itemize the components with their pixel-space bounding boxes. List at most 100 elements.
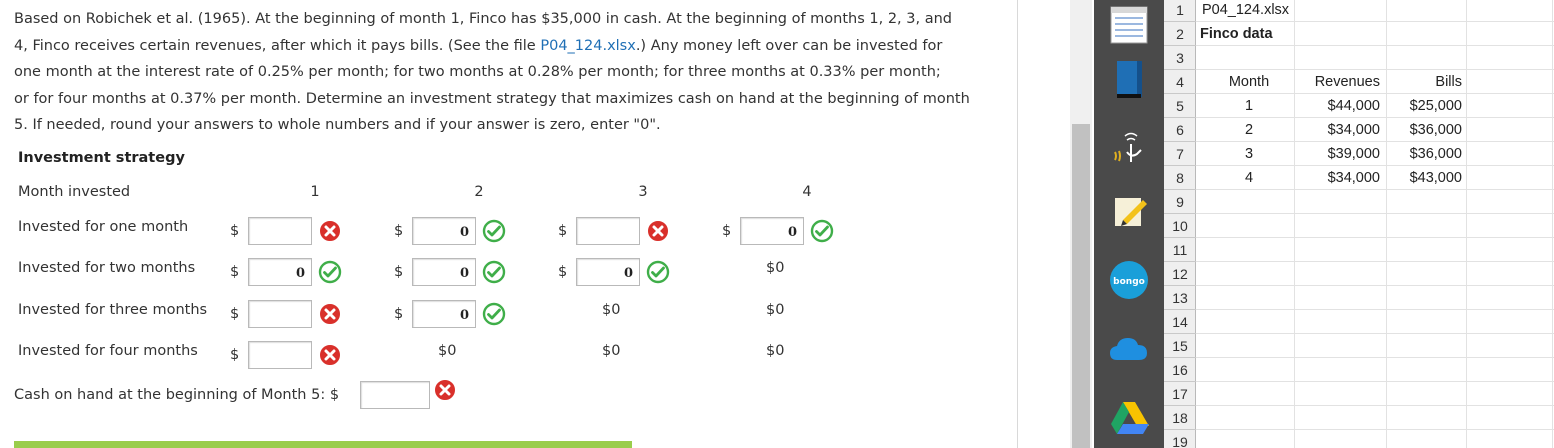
cell-header-bills[interactable]: Bills: [1386, 70, 1462, 94]
row-number[interactable]: 3: [1164, 46, 1196, 70]
cell-month[interactable]: 2: [1204, 118, 1294, 142]
investment-input[interactable]: [248, 217, 312, 245]
investment-cell: $0: [230, 258, 350, 286]
google-drive-icon[interactable]: [1107, 396, 1151, 440]
gridline: [1196, 261, 1554, 262]
question-text: Based on Robichek et al. (1965). At the …: [14, 6, 1014, 139]
cash-on-hand-input[interactable]: [360, 381, 430, 409]
book-icon[interactable]: [1107, 58, 1151, 102]
gridline: [1196, 381, 1554, 382]
row-number[interactable]: 9: [1164, 190, 1196, 214]
investment-input[interactable]: [576, 217, 640, 245]
wrong-icon: [319, 220, 341, 242]
wrong-icon: [434, 379, 456, 401]
cell-revenues[interactable]: $44,000: [1298, 94, 1380, 118]
notepad-icon[interactable]: [1107, 4, 1151, 48]
row-number[interactable]: 7: [1164, 142, 1196, 166]
gridline: [1466, 0, 1467, 448]
currency-symbol: $: [394, 306, 404, 322]
cell-bills[interactable]: $36,000: [1386, 118, 1462, 142]
question-line: one month at the interest rate of 0.25% …: [14, 64, 941, 80]
investment-input[interactable]: [248, 341, 312, 369]
investment-cell: $0: [394, 217, 514, 245]
row-number[interactable]: 11: [1164, 238, 1196, 262]
tap-hand-icon[interactable]: [1107, 130, 1151, 174]
investment-input[interactable]: 0: [412, 300, 476, 328]
month-column-header: 1: [310, 184, 320, 200]
question-text-segment: 4, Finco receives certain revenues, afte…: [14, 37, 541, 54]
cell-month[interactable]: 4: [1204, 166, 1294, 190]
currency-symbol: $: [230, 223, 240, 239]
gridline: [1294, 0, 1295, 448]
row-number[interactable]: 12: [1164, 262, 1196, 286]
cell-header-month[interactable]: Month: [1204, 70, 1294, 94]
cell-bills[interactable]: $25,000: [1386, 94, 1462, 118]
gridline: [1196, 237, 1554, 238]
gridline: [1196, 309, 1554, 310]
row-number[interactable]: 18: [1164, 406, 1196, 430]
cell-month[interactable]: 3: [1204, 142, 1294, 166]
strategy-heading: Investment strategy: [18, 150, 185, 166]
investment-cell: $0: [394, 258, 514, 286]
cell-sheet-title[interactable]: Finco data: [1200, 22, 1320, 46]
month-column-header: 2: [474, 184, 484, 200]
month-column-header: 3: [638, 184, 648, 200]
row-number[interactable]: 16: [1164, 358, 1196, 382]
question-line: or for four months at 0.37% per month. D…: [14, 90, 970, 107]
cell-month[interactable]: 1: [1204, 94, 1294, 118]
cell-filename[interactable]: P04_124.xlsx: [1202, 0, 1322, 22]
investment-cell: $: [230, 341, 350, 369]
row-number[interactable]: 14: [1164, 310, 1196, 334]
wrong-icon: [319, 344, 341, 366]
sticky-note-pen-icon[interactable]: [1107, 190, 1151, 234]
currency-symbol: $: [722, 223, 732, 239]
currency-symbol: $: [230, 264, 240, 280]
row-number[interactable]: 19: [1164, 430, 1196, 448]
row-number[interactable]: 17: [1164, 382, 1196, 406]
spreadsheet[interactable]: 1 2 3 4 5 6 7 8 9 10 11 12 13 14 15 16 17 18 19 P04_124.xl…: [1164, 0, 1554, 448]
correct-icon: [810, 219, 834, 243]
cell-bills[interactable]: $36,000: [1386, 142, 1462, 166]
gridline: [1196, 285, 1554, 286]
computed-value: $0: [602, 343, 621, 359]
currency-symbol: $: [230, 306, 240, 322]
question-line: Based on Robichek et al. (1965). At the …: [14, 11, 952, 27]
row-number[interactable]: 5: [1164, 94, 1196, 118]
investment-input[interactable]: 0: [576, 258, 640, 286]
row-number[interactable]: 13: [1164, 286, 1196, 310]
cell-bills[interactable]: $43,000: [1386, 166, 1462, 190]
investment-input[interactable]: 0: [412, 217, 476, 245]
row-label: Invested for three months: [18, 302, 208, 318]
row-number[interactable]: 10: [1164, 214, 1196, 238]
row-number[interactable]: 15: [1164, 334, 1196, 358]
investment-cell: $: [230, 300, 350, 328]
investment-cell: $0: [722, 217, 842, 245]
row-number[interactable]: 8: [1164, 166, 1196, 190]
bongo-icon[interactable]: bongo: [1107, 258, 1151, 302]
question-line: 5. If needed, round your answers to whol…: [14, 117, 661, 133]
cell-header-revenues[interactable]: Revenues: [1298, 70, 1380, 94]
file-link[interactable]: P04_124.xlsx: [540, 38, 635, 54]
investment-input[interactable]: 0: [740, 217, 804, 245]
row-label: Invested for one month: [18, 219, 189, 235]
cloud-icon[interactable]: [1107, 328, 1151, 372]
cell-revenues[interactable]: $34,000: [1298, 166, 1380, 190]
question-panel: Based on Robichek et al. (1965). At the …: [0, 0, 1018, 448]
cell-revenues[interactable]: $34,000: [1298, 118, 1380, 142]
row-number[interactable]: 1: [1164, 0, 1196, 22]
correct-icon: [482, 219, 506, 243]
investment-input[interactable]: 0: [248, 258, 312, 286]
row-number[interactable]: 6: [1164, 118, 1196, 142]
progress-bar: [14, 441, 632, 448]
scrollbar-thumb[interactable]: [1072, 124, 1090, 448]
row-number[interactable]: 4: [1164, 70, 1196, 94]
investment-input[interactable]: [248, 300, 312, 328]
investment-input[interactable]: 0: [412, 258, 476, 286]
currency-symbol: $: [230, 347, 240, 363]
row-number[interactable]: 2: [1164, 22, 1196, 46]
row-label: Invested for four months: [18, 343, 198, 359]
cell-revenues[interactable]: $39,000: [1298, 142, 1380, 166]
question-text-segment: .) Any money left over can be invested f…: [635, 37, 943, 54]
computed-value: $0: [766, 302, 785, 318]
currency-symbol: $: [558, 264, 568, 280]
